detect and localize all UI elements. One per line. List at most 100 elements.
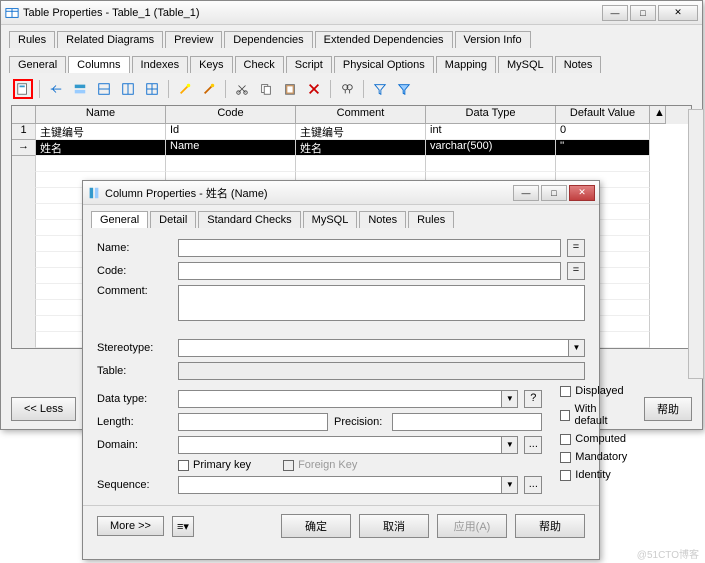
grid-icon-2[interactable]	[118, 79, 138, 99]
sequence-label: Sequence:	[97, 479, 172, 491]
tab-script[interactable]: Script	[286, 56, 332, 73]
tab-rules[interactable]: Rules	[9, 31, 55, 48]
tab-general[interactable]: General	[9, 56, 66, 73]
datatype-label: Data type:	[97, 393, 172, 405]
chevron-down-icon[interactable]: ▼	[568, 340, 584, 356]
column-header[interactable]: Code	[166, 106, 296, 124]
tab-version-info[interactable]: Version Info	[455, 31, 531, 48]
tab-physical-options[interactable]: Physical Options	[334, 56, 434, 73]
mandatory-checkbox[interactable]: Mandatory	[560, 451, 627, 463]
dialog-maximize-button[interactable]: □	[541, 185, 567, 201]
table-row[interactable]: 1主键编号Id主键编号int0	[12, 124, 691, 140]
main-tabs-row2: GeneralColumnsIndexesKeysCheckScriptPhys…	[1, 50, 702, 73]
comment-field[interactable]	[178, 285, 585, 321]
withdefault-checkbox[interactable]: With default	[560, 403, 627, 427]
precision-label: Precision:	[334, 416, 386, 428]
copy-icon[interactable]	[256, 79, 276, 99]
sequence-browse-button[interactable]: ...	[524, 476, 542, 494]
toolbar	[1, 73, 702, 99]
datatype-help-button[interactable]: ?	[524, 390, 542, 408]
properties-icon[interactable]	[13, 79, 33, 99]
tab-check[interactable]: Check	[235, 56, 284, 73]
menu-icon-button[interactable]: ≡▾	[172, 516, 194, 537]
tab-indexes[interactable]: Indexes	[132, 56, 189, 73]
column-header[interactable]: Default Value	[556, 106, 650, 124]
name-equals-button[interactable]: =	[567, 239, 585, 257]
column-icon	[87, 186, 101, 200]
apply-button[interactable]: 应用(A)	[437, 514, 507, 538]
tab-mysql[interactable]: MySQL	[498, 56, 553, 73]
main-titlebar: Table Properties - Table_1 (Table_1) — □…	[1, 1, 702, 25]
tab-mysql[interactable]: MySQL	[303, 211, 358, 228]
stereotype-select[interactable]: ▼	[178, 339, 585, 357]
comment-label: Comment:	[97, 285, 172, 297]
datatype-select[interactable]: ▼	[178, 390, 518, 408]
domain-select[interactable]: ▼	[178, 436, 518, 454]
sequence-select[interactable]: ▼	[178, 476, 518, 494]
tab-dependencies[interactable]: Dependencies	[224, 31, 312, 48]
stereotype-label: Stereotype:	[97, 342, 172, 354]
help-button[interactable]: 帮助	[644, 397, 692, 421]
primary-key-checkbox[interactable]: Primary key	[178, 459, 251, 471]
computed-checkbox[interactable]: Computed	[560, 433, 627, 445]
delete-icon[interactable]	[304, 79, 324, 99]
more-button[interactable]: More >>	[97, 516, 164, 536]
insert-row-icon[interactable]	[46, 79, 66, 99]
tab-related-diagrams[interactable]: Related Diagrams	[57, 31, 163, 48]
identity-checkbox[interactable]: Identity	[560, 469, 627, 481]
tab-general[interactable]: General	[91, 211, 148, 228]
domain-browse-button[interactable]: ...	[524, 436, 542, 454]
dialog-footer: More >> ≡▾ 确定 取消 应用(A) 帮助	[83, 505, 599, 546]
code-field[interactable]	[178, 262, 561, 280]
cancel-button[interactable]: 取消	[359, 514, 429, 538]
tab-notes[interactable]: Notes	[359, 211, 406, 228]
tab-standard-checks[interactable]: Standard Checks	[198, 211, 300, 228]
domain-label: Domain:	[97, 439, 172, 451]
tab-keys[interactable]: Keys	[190, 56, 232, 73]
vertical-scrollbar[interactable]	[688, 109, 704, 379]
tab-mapping[interactable]: Mapping	[436, 56, 496, 73]
chevron-down-icon[interactable]: ▼	[501, 437, 517, 453]
filter-icon-2[interactable]	[394, 79, 414, 99]
add-row-icon[interactable]	[70, 79, 90, 99]
wizard-icon-2[interactable]	[199, 79, 219, 99]
name-field[interactable]	[178, 239, 561, 257]
length-field[interactable]	[178, 413, 328, 431]
main-tabs-row1: RulesRelated DiagramsPreviewDependencies…	[1, 25, 702, 48]
precision-field[interactable]	[392, 413, 542, 431]
dialog-title: Column Properties - 姓名 (Name)	[105, 185, 513, 201]
table-icon	[5, 6, 19, 20]
find-icon[interactable]	[337, 79, 357, 99]
grid-icon-3[interactable]	[142, 79, 162, 99]
column-header[interactable]: Data Type	[426, 106, 556, 124]
tab-notes[interactable]: Notes	[555, 56, 602, 73]
paste-icon[interactable]	[280, 79, 300, 99]
minimize-button[interactable]: —	[602, 5, 628, 21]
grid-icon-1[interactable]	[94, 79, 114, 99]
maximize-button[interactable]: □	[630, 5, 656, 21]
chevron-down-icon[interactable]: ▼	[501, 391, 517, 407]
chevron-down-icon[interactable]: ▼	[501, 477, 517, 493]
dialog-minimize-button[interactable]: —	[513, 185, 539, 201]
tab-detail[interactable]: Detail	[150, 211, 196, 228]
tab-columns[interactable]: Columns	[68, 56, 129, 73]
ok-button[interactable]: 确定	[281, 514, 351, 538]
code-equals-button[interactable]: =	[567, 262, 585, 280]
displayed-checkbox[interactable]: Displayed	[560, 385, 627, 397]
dialog-help-button[interactable]: 帮助	[515, 514, 585, 538]
tab-rules[interactable]: Rules	[408, 211, 454, 228]
cut-icon[interactable]	[232, 79, 252, 99]
less-button[interactable]: << Less	[11, 397, 76, 421]
table-row[interactable]: 姓名Name姓名varchar(500)''	[12, 140, 691, 156]
close-button[interactable]: ✕	[658, 5, 698, 21]
table-row[interactable]	[12, 156, 691, 172]
tab-extended-dependencies[interactable]: Extended Dependencies	[315, 31, 453, 48]
filter-icon-1[interactable]	[370, 79, 390, 99]
name-label: Name:	[97, 242, 172, 254]
dialog-close-button[interactable]: ✕	[569, 185, 595, 201]
wizard-icon[interactable]	[175, 79, 195, 99]
foreign-key-checkbox: Foreign Key	[283, 459, 357, 471]
column-header[interactable]: Name	[36, 106, 166, 124]
column-header[interactable]: Comment	[296, 106, 426, 124]
tab-preview[interactable]: Preview	[165, 31, 222, 48]
